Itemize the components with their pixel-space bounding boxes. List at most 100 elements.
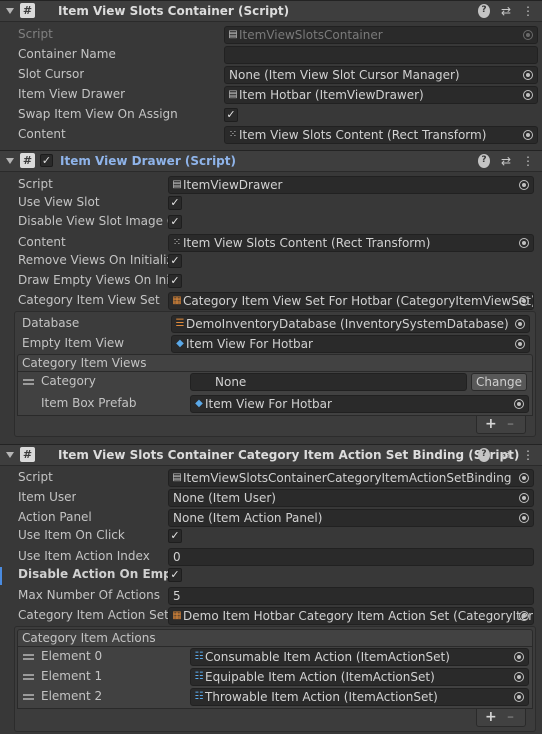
disable-action-on-empty-checkbox[interactable]: ✓ (168, 568, 182, 582)
script-field: ▤ ItemViewSlotsContainer (224, 26, 538, 44)
object-picker-icon[interactable] (523, 70, 533, 80)
script-component-icon: # (20, 3, 35, 18)
component-header-item-view-slots-container[interactable]: # Item View Slots Container (Script) ? ⇄… (0, 0, 542, 22)
script-field[interactable]: ▤ ItemViewSlotsContainerCategoryItemActi… (168, 469, 534, 487)
object-picker-icon[interactable] (514, 399, 524, 409)
scriptable-object-icon: ▦ (172, 295, 182, 306)
disable-view-slot-image-label: Disable View Slot Image Co (18, 214, 168, 228)
action-set-icon: ☷ (194, 671, 204, 682)
max-number-of-actions-input[interactable]: 5 (168, 587, 534, 605)
use-view-slot-checkbox[interactable]: ✓ (168, 196, 182, 210)
kebab-menu-icon[interactable]: ⋮ (522, 154, 534, 168)
drag-handle-icon[interactable] (23, 654, 34, 660)
container-name-input[interactable] (224, 46, 538, 64)
scriptable-object-icon: ▦ (172, 610, 182, 621)
action-panel-label: Action Panel (18, 510, 92, 524)
disable-view-slot-image-checkbox[interactable]: ✓ (168, 215, 182, 229)
draw-empty-views-label: Draw Empty Views On Initia (18, 273, 168, 287)
foldout-arrow-icon[interactable] (6, 8, 14, 14)
category-item-actions-list-header[interactable]: Category Item Actions (17, 629, 533, 647)
category-item-views-list-header[interactable]: Category Item Views (17, 354, 533, 372)
component-header-item-view-drawer[interactable]: # ✓ Item View Drawer (Script) ? ⇄ ⋮ (0, 150, 542, 172)
prefab-icon: ◆ (195, 398, 203, 409)
element-1-field[interactable]: ☷ Equipable Item Action (ItemActionSet) (190, 668, 529, 686)
script-component-icon: # (20, 447, 35, 462)
kebab-menu-icon[interactable]: ⋮ (522, 448, 534, 462)
script-component-icon: # (20, 153, 35, 168)
swap-item-view-label: Swap Item View On Assign (18, 107, 178, 121)
slot-cursor-field[interactable]: None (Item View Slot Cursor Manager) (224, 66, 538, 84)
modified-indicator (0, 567, 2, 585)
object-picker-icon[interactable] (519, 513, 529, 523)
kebab-menu-icon[interactable]: ⋮ (522, 4, 534, 18)
object-picker-icon[interactable] (514, 652, 524, 662)
object-picker-icon[interactable] (514, 692, 524, 702)
object-picker-icon[interactable] (515, 319, 525, 329)
change-button[interactable]: Change (471, 373, 527, 391)
object-picker-icon[interactable] (519, 238, 529, 248)
category-item-action-set-label: Category Item Action Set (18, 608, 169, 622)
drag-handle-icon[interactable] (23, 674, 34, 680)
script-file-icon: ▤ (228, 29, 238, 40)
component-header-action-set-binding[interactable]: # Item View Slots Container Category Ite… (0, 444, 542, 466)
help-icon[interactable]: ? (478, 448, 490, 462)
object-picker-icon[interactable] (519, 611, 529, 621)
foldout-arrow-icon[interactable] (6, 452, 14, 458)
list-add-remove-footer: + – (476, 416, 526, 434)
element-0-field[interactable]: ☷ Consumable Item Action (ItemActionSet) (190, 648, 529, 666)
script-field[interactable]: ▤ ItemViewDrawer (168, 176, 534, 194)
object-picker-icon (523, 30, 533, 40)
presets-icon[interactable]: ⇄ (500, 448, 512, 462)
draw-empty-views-checkbox[interactable]: ✓ (168, 274, 182, 288)
script-file-icon: ▤ (172, 472, 182, 483)
action-panel-field[interactable]: None (Item Action Panel) (168, 509, 534, 527)
prefab-icon: ◆ (176, 338, 184, 349)
action-set-icon: ☷ (194, 691, 204, 702)
drag-handle-icon[interactable] (23, 694, 34, 700)
category-item-view-set-field[interactable]: ▦ Category Item View Set For Hotbar (Cat… (168, 292, 534, 310)
item-box-prefab-field[interactable]: ◆ Item View For Hotbar (190, 395, 529, 413)
content-field[interactable]: ⁙ Item View Slots Content (Rect Transfor… (168, 234, 534, 252)
script-file-icon: ▤ (228, 89, 238, 100)
object-picker-icon[interactable] (519, 180, 529, 190)
object-picker-icon[interactable] (523, 130, 533, 140)
object-picker-icon[interactable] (514, 672, 524, 682)
element-2-field[interactable]: ☷ Throwable Item Action (ItemActionSet) (190, 688, 529, 706)
swap-item-view-checkbox[interactable]: ✓ (224, 108, 238, 122)
item-user-field[interactable]: None (Item User) (168, 489, 534, 507)
item-box-prefab-label: Item Box Prefab (41, 396, 137, 410)
remove-element-button[interactable]: – (507, 416, 514, 432)
component-enabled-checkbox[interactable]: ✓ (40, 154, 53, 167)
foldout-arrow-icon[interactable] (6, 158, 14, 164)
object-picker-icon[interactable] (515, 339, 525, 349)
container-name-label: Container Name (18, 47, 116, 61)
object-picker-icon[interactable] (523, 90, 533, 100)
component-title: Item View Slots Container Category Item … (58, 448, 520, 462)
presets-icon[interactable]: ⇄ (500, 154, 512, 168)
use-item-action-index-label: Use Item Action Index (18, 549, 150, 563)
rect-transform-icon: ⁙ (228, 129, 238, 140)
drag-handle-icon[interactable] (23, 379, 34, 385)
rect-transform-icon: ⁙ (172, 237, 182, 248)
category-item-action-set-field[interactable]: ▦ Demo Item Hotbar Category Item Action … (168, 607, 534, 625)
presets-icon[interactable]: ⇄ (500, 4, 512, 18)
object-picker-icon[interactable] (519, 473, 529, 483)
object-picker-icon[interactable] (519, 493, 529, 503)
add-element-button[interactable]: + (485, 416, 497, 432)
category-item-view-set-label: Category Item View Set (18, 293, 160, 307)
item-view-drawer-field[interactable]: ▤ Item Hotbar (ItemViewDrawer) (224, 86, 538, 104)
object-picker-icon[interactable] (519, 296, 529, 306)
remove-views-checkbox[interactable]: ✓ (168, 254, 182, 268)
help-icon[interactable]: ? (478, 154, 490, 168)
use-item-on-click-checkbox[interactable]: ✓ (168, 529, 182, 543)
use-item-action-index-input[interactable]: 0 (168, 548, 534, 566)
add-element-button[interactable]: + (485, 709, 497, 725)
content-field[interactable]: ⁙ Item View Slots Content (Rect Transfor… (224, 126, 538, 144)
empty-item-view-field[interactable]: ◆ Item View For Hotbar (171, 335, 530, 353)
script-label: Script (18, 470, 53, 484)
database-label: Database (22, 316, 80, 330)
remove-element-button[interactable]: – (507, 709, 514, 725)
component-title: Item View Drawer (Script) (60, 154, 236, 168)
help-icon[interactable]: ? (478, 4, 490, 18)
database-field[interactable]: ☰ DemoInventoryDatabase (InventorySystem… (171, 315, 530, 333)
